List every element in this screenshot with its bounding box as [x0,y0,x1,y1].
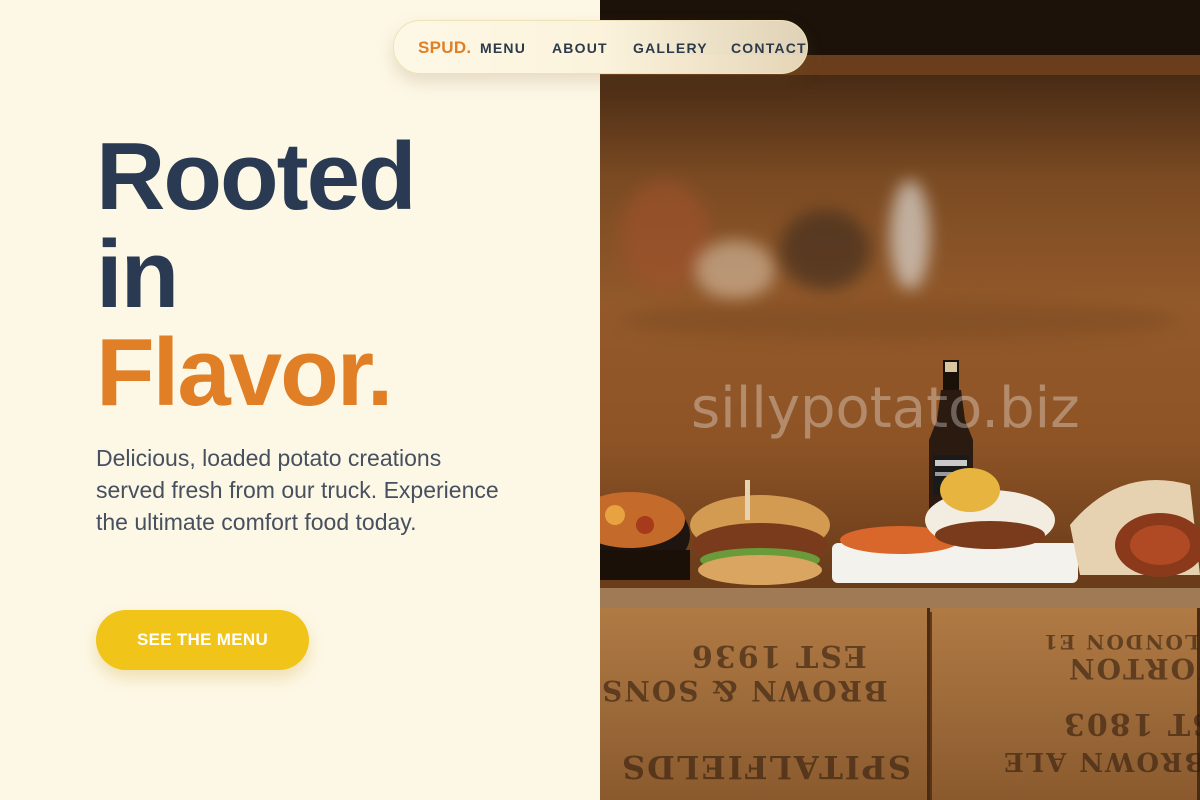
headline-line: in [96,221,179,328]
crate-stamp: E LONDON E1 [1042,630,1200,654]
headline-line: Rooted [96,123,417,230]
crate-stamp: NORTON [1067,652,1200,685]
watermark: sillypotato.biz [691,376,1080,441]
see-the-menu-button[interactable]: SEE THE MENU [96,610,309,670]
crate-stamp: EST 1803 [1062,706,1200,741]
photo-bokeh [620,300,1180,340]
crate-stamp: BROWN ALE [1002,746,1200,776]
nav-link-gallery[interactable]: GALLERY [633,40,708,56]
crate-stamp: EST 1936 [690,638,867,673]
crate-stamp: BROWN & SONS [600,674,888,707]
hero-photo: EST 1936 BROWN & SONS SPITALFIELDS E LON… [600,0,1200,800]
wooden-crate-right: E LONDON E1 NORTON EST 1803 BROWN ALE [932,608,1200,800]
nav-link-menu[interactable]: MENU [480,40,526,56]
photo-bokeh [890,180,930,290]
hero-headline: Rooted in Flavor. [96,123,417,426]
photo-bokeh [780,210,870,290]
hero-description: Delicious, loaded potato creations serve… [96,445,499,535]
photo-bokeh [695,240,775,300]
nav-link-contact[interactable]: CONTACT [731,40,807,56]
wooden-crate-left: EST 1936 BROWN & SONS SPITALFIELDS [600,608,930,800]
top-nav: SPUD. MENU ABOUT GALLERY CONTACT [393,20,808,74]
crate-stamp: SPITALFIELDS [620,748,911,786]
food-platters [600,468,1200,585]
brand-logo[interactable]: SPUD. [418,38,471,58]
nav-link-about[interactable]: ABOUT [552,40,608,56]
headline-accent: Flavor. [96,319,393,426]
